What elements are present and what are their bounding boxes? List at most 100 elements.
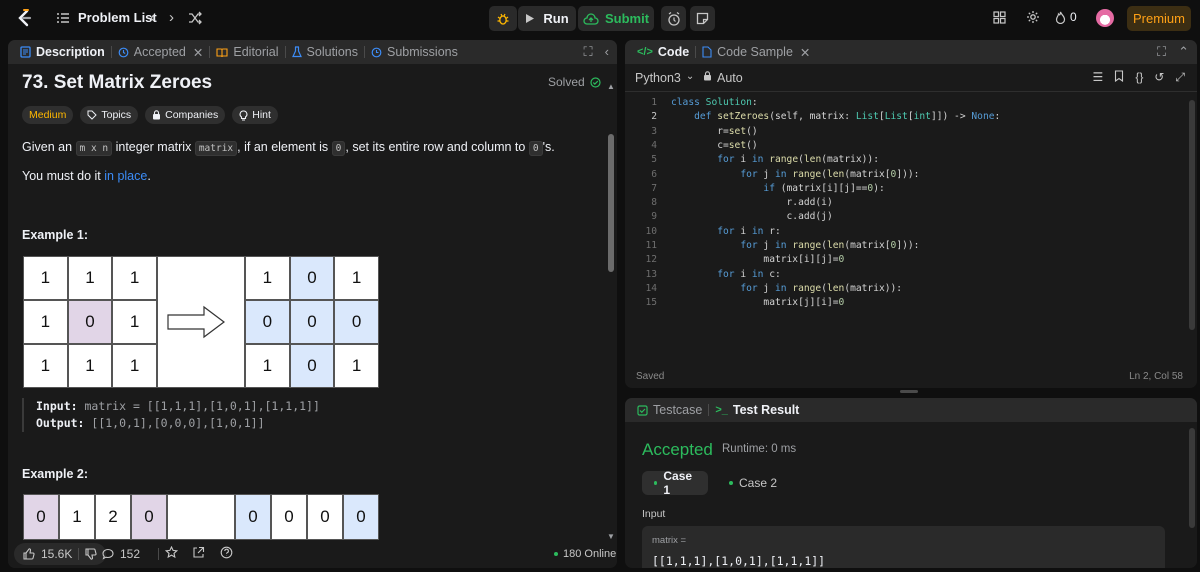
tab-code[interactable]: </> Code: [631, 45, 695, 59]
cloud-upload-icon: [583, 12, 599, 25]
note-icon: [696, 12, 709, 25]
star-icon[interactable]: [165, 546, 178, 559]
maximize-icon[interactable]: ⛶: [1157, 44, 1166, 60]
pass-dot-icon: [654, 481, 658, 485]
example-1-io: Input: matrix = [[1,1,1],[1,0,1],[1,1,1]…: [22, 398, 320, 432]
code-line: if (matrix[i][j]==0):: [763, 182, 885, 194]
description-scrollbar[interactable]: ▲ ▼: [607, 82, 615, 541]
share-icon[interactable]: [192, 546, 205, 559]
layout-grid-icon[interactable]: [993, 11, 1006, 24]
lock-icon: [703, 71, 712, 85]
streak-counter[interactable]: 0: [1055, 10, 1077, 24]
topics-label: Topics: [101, 109, 132, 121]
code-editor[interactable]: 1 2 3 4 5 6 7 8 9 10 11 12 13 14 15 clas…: [625, 96, 1185, 356]
tab-accepted[interactable]: Accepted ✕: [112, 45, 210, 60]
test-scrollbar[interactable]: [1189, 428, 1195, 558]
prev-problem-icon[interactable]: ‹: [150, 9, 155, 26]
next-problem-icon[interactable]: ›: [169, 9, 174, 26]
matrix-cell: 0: [67, 300, 113, 344]
pass-dot-icon: [729, 481, 733, 485]
settings-gear-icon[interactable]: [1026, 10, 1040, 24]
example-1-arrow: [157, 256, 245, 388]
matrix-cell: 0: [23, 494, 59, 540]
desc-text: 's.: [542, 140, 555, 154]
hint-chip[interactable]: Hint: [232, 106, 278, 124]
scroll-up-icon[interactable]: ▲: [607, 82, 615, 91]
bookmark-icon[interactable]: [1114, 70, 1124, 85]
tab-testcase-label: Testcase: [653, 403, 703, 417]
maximize-icon[interactable]: ⛶: [584, 44, 593, 60]
close-tab-icon[interactable]: ✕: [800, 45, 810, 60]
expand-editor-icon[interactable]: ⤢: [1175, 70, 1185, 85]
run-button[interactable]: Run: [518, 6, 576, 31]
example-2-output-matrix: 0 0 0 0: [235, 494, 379, 540]
problem-list-button[interactable]: Problem List: [56, 10, 157, 25]
scrollbar-thumb[interactable]: [608, 134, 614, 272]
tab-testcase[interactable]: Testcase: [631, 403, 708, 417]
matrix-cell: 0: [271, 494, 307, 540]
right-arrow-icon: [166, 305, 226, 339]
shuffle-icon[interactable]: [188, 9, 202, 26]
case-2-tab[interactable]: Case 2: [717, 471, 789, 495]
curly-braces-icon[interactable]: {}: [1135, 70, 1143, 85]
timer-button[interactable]: [661, 6, 686, 31]
panel-resize-handle[interactable]: [900, 390, 918, 393]
matrix-cell: 1: [112, 256, 157, 300]
collapse-left-icon[interactable]: ‹: [605, 44, 609, 60]
save-status: Saved: [636, 371, 665, 382]
tab-editorial[interactable]: Editorial: [210, 45, 284, 59]
companies-chip[interactable]: Companies: [145, 106, 226, 124]
format-code-icon[interactable]: ☰: [1093, 70, 1104, 85]
example-1-output-matrix: 1 0 1 0 0 0 1 0 1: [245, 256, 379, 388]
line-number: 15: [645, 297, 657, 309]
thumbs-up-icon[interactable]: [23, 548, 35, 560]
user-avatar[interactable]: [1096, 9, 1114, 27]
description-panel: Description Accepted ✕ Editorial Solutio…: [8, 40, 617, 568]
line-number: 12: [645, 254, 657, 266]
flask-icon: [291, 46, 302, 58]
debug-button[interactable]: [489, 6, 517, 31]
notes-button[interactable]: [690, 6, 715, 31]
line-number: 8: [651, 197, 657, 209]
tab-test-result[interactable]: >_ Test Result: [709, 403, 805, 417]
help-icon[interactable]: [220, 546, 233, 559]
code-line: matrix[j][i]=0: [671, 297, 845, 309]
code-line: for j in range(len(matrix)):: [740, 282, 903, 294]
submit-button[interactable]: Submit: [578, 6, 654, 31]
collapse-up-icon[interactable]: ⌃: [1178, 44, 1189, 60]
streak-count: 0: [1070, 10, 1077, 24]
scrollbar-thumb[interactable]: [1189, 100, 1195, 330]
topics-chip[interactable]: Topics: [80, 106, 139, 124]
tab-solutions[interactable]: Solutions: [286, 45, 364, 59]
reset-code-icon[interactable]: ↺: [1154, 70, 1164, 85]
alarm-clock-icon: [667, 11, 681, 26]
matrix-cell: 1: [23, 256, 68, 300]
leetcode-logo-icon[interactable]: [14, 8, 34, 28]
solved-label: Solved: [548, 75, 585, 89]
comments-button[interactable]: 152: [102, 547, 140, 561]
case-1-tab[interactable]: Case 1: [642, 469, 708, 497]
code-scrollbar[interactable]: [1189, 100, 1195, 380]
online-label: 180 Online: [563, 548, 617, 560]
difficulty-chip[interactable]: Medium: [22, 106, 74, 124]
cursor-position: Ln 2, Col 58: [1129, 371, 1183, 382]
auto-mode-toggle[interactable]: Auto: [703, 71, 743, 85]
example-1-title: Example 1:: [22, 228, 89, 242]
line-number: 9: [651, 211, 657, 223]
premium-button[interactable]: Premium: [1127, 6, 1191, 31]
language-select[interactable]: Python3 ⌄: [635, 71, 694, 85]
description-footer: 15.6K 152 180 Online: [8, 540, 617, 568]
close-tab-icon[interactable]: ✕: [193, 45, 203, 60]
in-place-link[interactable]: in place: [104, 169, 147, 183]
code-line: matrix[i][j]=0: [671, 254, 845, 266]
chevron-down-icon: ⌄: [685, 71, 695, 82]
tab-description[interactable]: Description: [14, 45, 111, 59]
tab-code-sample[interactable]: Code Sample ✕: [696, 45, 816, 60]
inline-code: matrix: [194, 141, 238, 156]
desc-text: , set its entire row and column to: [345, 140, 526, 154]
tag-icon: [87, 110, 98, 120]
scrollbar-thumb[interactable]: [1189, 428, 1195, 528]
matrix-cell: 2: [95, 494, 131, 540]
thumbs-down-icon[interactable]: [85, 548, 97, 560]
tab-submissions[interactable]: Submissions: [365, 45, 464, 59]
